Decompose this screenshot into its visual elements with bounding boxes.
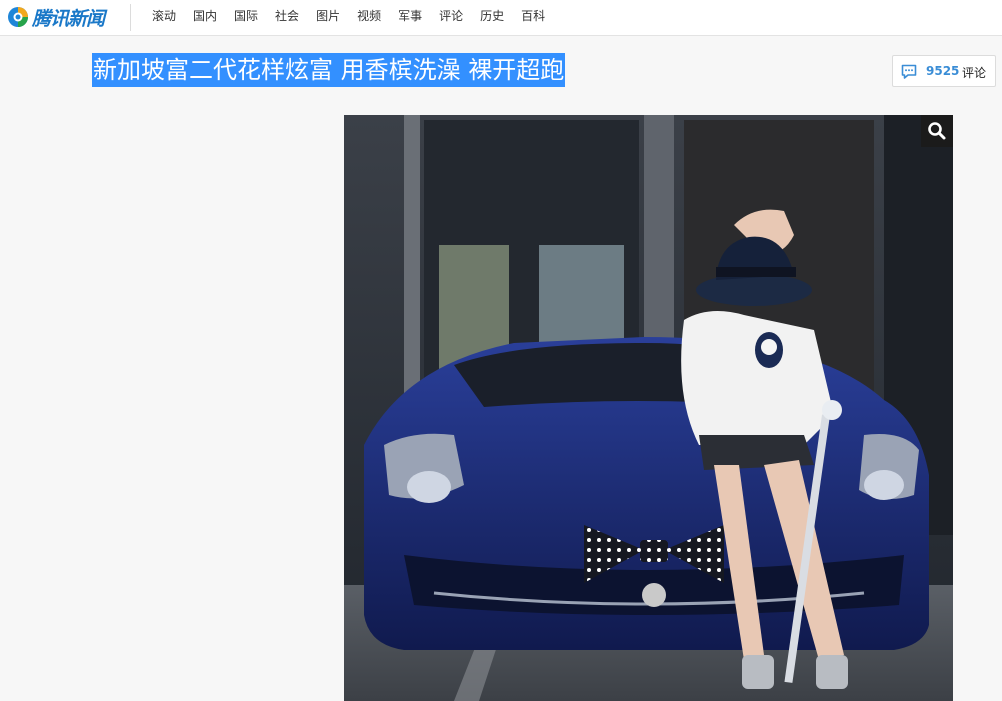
magnifier-icon — [928, 122, 946, 140]
comment-count: 9525 — [926, 64, 960, 78]
nav-item-scroll[interactable]: 滚动 — [152, 0, 176, 34]
nav-item-pictures[interactable]: 图片 — [316, 0, 340, 34]
comment-bubble-icon — [901, 64, 917, 79]
top-navigation-bar: 腾讯新闻 滚动 国内 国际 社会 图片 视频 军事 评论 历史 百科 — [0, 0, 1002, 36]
nav-item-commentary[interactable]: 评论 — [439, 0, 463, 34]
nav-item-history[interactable]: 历史 — [480, 0, 504, 34]
comment-count-button[interactable]: 9525 评论 — [892, 55, 996, 87]
zoom-button[interactable] — [921, 115, 953, 147]
nav-item-encyclopedia[interactable]: 百科 — [521, 0, 545, 34]
nav-item-society[interactable]: 社会 — [275, 0, 299, 34]
nav-item-video[interactable]: 视频 — [357, 0, 381, 34]
article-title[interactable]: 新加坡富二代花样炫富 用香槟洗澡 裸开超跑 — [92, 53, 566, 87]
header-divider — [130, 4, 131, 31]
article-photo[interactable] — [344, 115, 953, 701]
comment-label: 评论 — [962, 66, 987, 80]
logo-text: 腾讯新闻 — [32, 7, 105, 30]
nav-item-military[interactable]: 军事 — [398, 0, 422, 34]
nav-item-international[interactable]: 国际 — [234, 0, 258, 34]
site-logo[interactable]: 腾讯新闻 — [7, 5, 105, 30]
tencent-news-logo-icon — [8, 7, 28, 27]
photo-scene-illustration — [344, 115, 953, 701]
channel-nav: 滚动 国内 国际 社会 图片 视频 军事 评论 历史 百科 — [152, 0, 562, 34]
nav-item-domestic[interactable]: 国内 — [193, 0, 217, 34]
